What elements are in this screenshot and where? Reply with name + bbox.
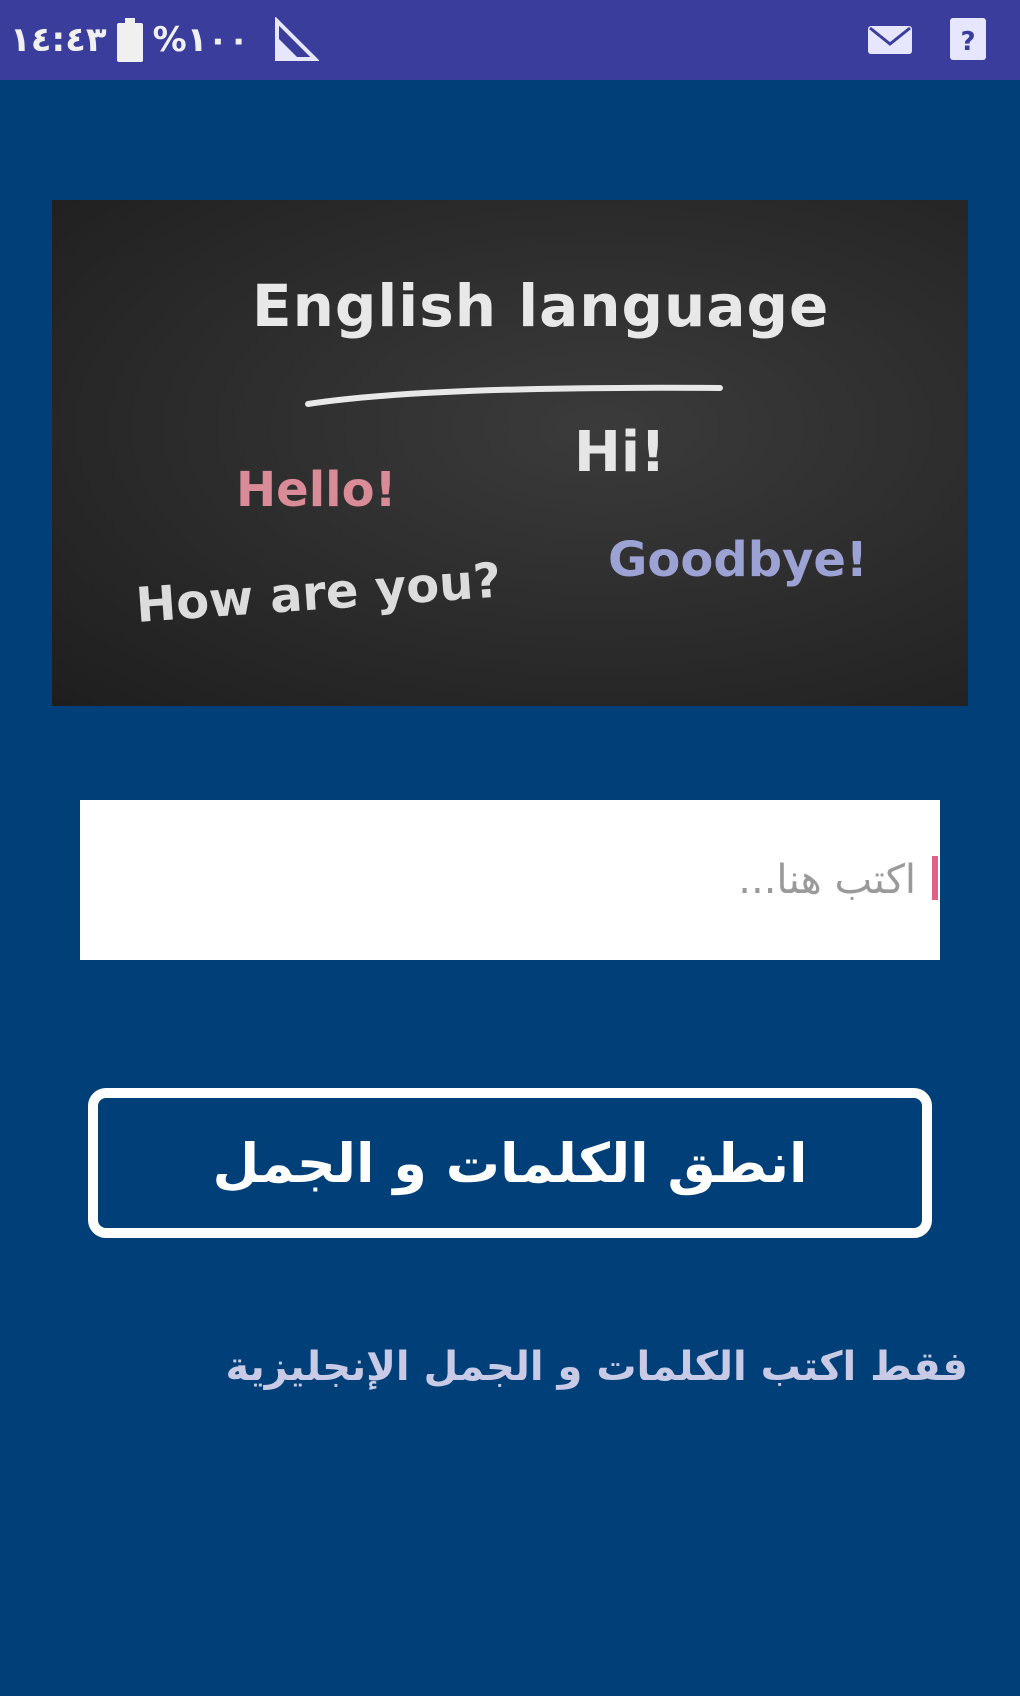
text-cursor	[932, 856, 938, 900]
hint-text: فقط اكتب الكلمات و الجمل الإنجليزية	[225, 1344, 968, 1390]
chalk-title: English language	[252, 272, 830, 340]
hero-chalkboard-image: English language Hi! Hello! Goodbye! How…	[52, 200, 968, 706]
signal-icon	[274, 17, 319, 61]
status-right-group: ?	[866, 18, 992, 60]
chalk-hello: Hello!	[236, 462, 397, 518]
mail-icon	[868, 26, 912, 54]
chalk-hi: Hi!	[574, 420, 666, 485]
status-bar: ١٤:٤٣ %١٠٠ ?	[0, 0, 1020, 80]
battery-percent: %١٠٠	[152, 20, 250, 60]
battery-icon	[116, 18, 143, 62]
chalk-goodbye: Goodbye!	[608, 532, 868, 588]
sim-icon: ?	[950, 18, 986, 60]
svg-text:?: ?	[960, 27, 975, 57]
chalk-how-are-you: How are you?	[134, 552, 503, 634]
text-input[interactable]	[80, 800, 940, 960]
status-left-group: ١٤:٤٣ %١٠٠	[10, 14, 319, 66]
chalk-underline	[305, 384, 723, 407]
speak-button[interactable]: انطق الكلمات و الجمل	[88, 1088, 932, 1238]
status-time: ١٤:٤٣	[10, 20, 108, 60]
